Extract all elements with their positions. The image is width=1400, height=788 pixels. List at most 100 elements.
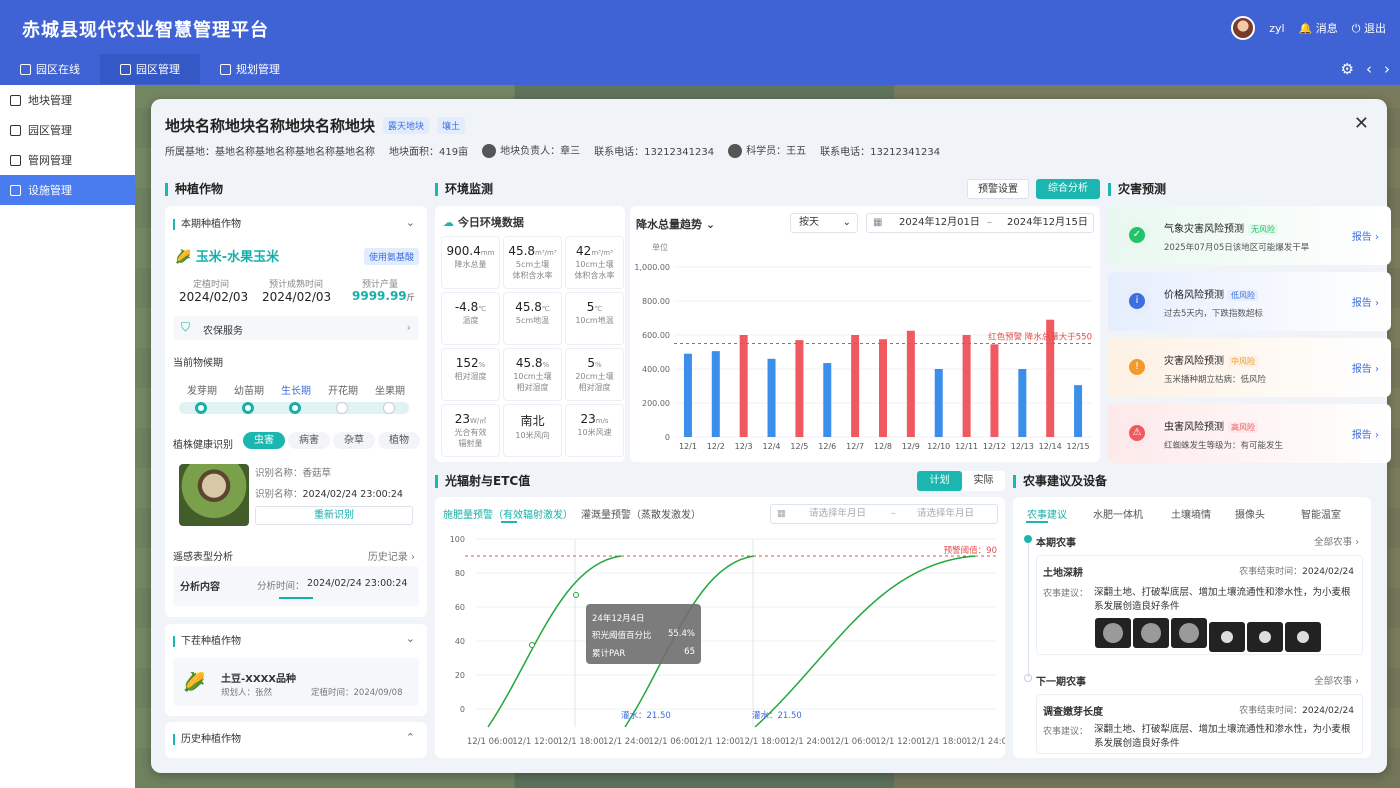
curve-point[interactable]: [573, 592, 579, 598]
play-icon[interactable]: [1247, 622, 1283, 652]
bar-12/9[interactable]: [906, 330, 915, 437]
video-thumbnail[interactable]: [1133, 618, 1169, 648]
avatar[interactable]: [1231, 16, 1256, 40]
sidebar-item-pipes[interactable]: 管网管理: [0, 145, 135, 175]
collapse-icon[interactable]: ⌄: [406, 632, 415, 645]
health-tab-2[interactable]: 杂草: [333, 432, 375, 449]
bar-12/8[interactable]: [879, 339, 887, 437]
bar-12/10[interactable]: [934, 369, 943, 437]
tab-indicator: [501, 521, 517, 523]
date-range-picker[interactable]: ▦ 2024年12月01日 – 2024年12月15日: [866, 213, 1094, 233]
farm-tab-1[interactable]: 水肥一体机: [1093, 506, 1143, 521]
gear-icon[interactable]: ⚙: [1341, 60, 1354, 78]
x-tick-label: 12/1 12:00: [694, 737, 740, 747]
collapse-icon[interactable]: ⌄: [406, 216, 415, 229]
bar-12/4[interactable]: [767, 358, 776, 437]
x-tick-label: 12/14: [1039, 442, 1062, 451]
report-link[interactable]: 报告 ›: [1352, 294, 1379, 309]
risk-card-3[interactable]: ⚠ 虫害风险预测 高风险 红蜘蛛发生等级为：有可能发生 报告 ›: [1108, 404, 1391, 463]
username[interactable]: zyl: [1269, 22, 1284, 35]
all-farm-link-2[interactable]: 全部农事 ›: [1314, 673, 1359, 687]
farm-tab-0[interactable]: 农事建议: [1027, 506, 1067, 521]
risk-card-0[interactable]: ✓ 气象灾害风险预测 无风险 2025年07月05日该地区可能爆发干旱 报告 ›: [1108, 206, 1391, 265]
irrigation-label: 灌水：21.50: [752, 710, 802, 721]
risk-card-2[interactable]: ! 灾害风险预测 中风险 玉米播种期立枯病：低风险 报告 ›: [1108, 338, 1391, 397]
plan-toggle[interactable]: 计划: [917, 471, 962, 491]
farm-tab-2[interactable]: 土壤墒情: [1171, 506, 1211, 521]
tab-irrigation[interactable]: 灌溉量预警（蒸散发激发）: [581, 506, 701, 521]
risk-card-1[interactable]: i 价格风险预测 低风险 过去5天内，下跌指数超标 报告 ›: [1108, 272, 1391, 331]
nav-park-online[interactable]: 园区在线: [0, 54, 100, 84]
history-crop-card[interactable]: 历史种植作物 ⌃: [165, 722, 427, 758]
next-farm-item[interactable]: 调查嫩芽长度 农事结束时间：2024/02/24 农事建议： 深翻土地、打破犁底…: [1036, 694, 1363, 754]
plot-info: 所属基地：基地名称基地名称基地名称基地名称 地块面积：419亩 地块负责人：章三…: [165, 144, 941, 158]
health-tab-3[interactable]: 植物: [378, 432, 420, 449]
alert-settings-button[interactable]: 预警设置: [967, 179, 1029, 199]
health-tab-0[interactable]: 虫害: [243, 432, 285, 449]
phenology-stage-4: 坐果期: [375, 386, 405, 397]
bar-12/12[interactable]: [990, 344, 999, 437]
period-select[interactable]: 按天 ⌄: [790, 213, 858, 233]
tab-fertilizer[interactable]: 施肥量预警（有效辐射激发）: [443, 506, 573, 521]
grid-icon: [10, 94, 21, 106]
network-icon: [10, 154, 21, 166]
bar-12/11[interactable]: [962, 335, 971, 437]
rain-trend-card: 降水总量趋势 ⌄ 按天 ⌄ ▦ 2024年12月01日 – 2024年12月15日…: [630, 206, 1100, 462]
bar-12/13[interactable]: [1018, 369, 1027, 437]
chevron-right-icon[interactable]: ›: [1384, 60, 1390, 78]
page-title: 地块名称地块名称地块名称地块 露天地块 壤土: [165, 115, 466, 136]
analysis-button[interactable]: 综合分析: [1036, 179, 1100, 199]
phenology-stage-3: 开花期: [328, 386, 358, 397]
all-farm-link[interactable]: 全部农事 ›: [1314, 534, 1359, 548]
env-cell: 23m/s 10米风速: [565, 404, 624, 457]
bar-12/5[interactable]: [795, 340, 804, 437]
y-tick-label: 400.00: [642, 365, 670, 374]
sidebar-item-facilities[interactable]: 设施管理: [0, 175, 135, 205]
app-title: 赤城县现代农业智慧管理平台: [22, 20, 269, 41]
expand-icon[interactable]: ⌃: [406, 731, 415, 744]
x-tick-label: 12/7: [846, 442, 864, 451]
video-thumbnail[interactable]: [1171, 618, 1207, 648]
farm-tab-3[interactable]: 摄像头: [1235, 506, 1265, 521]
farm-tab-4[interactable]: 智能温室: [1301, 506, 1341, 521]
re-identify-button[interactable]: 重新识别: [255, 506, 413, 525]
chevron-left-icon[interactable]: ‹: [1366, 60, 1372, 78]
nav-planning[interactable]: 规划管理: [200, 54, 300, 84]
service-row[interactable]: ⛉ 农保服务 ›: [173, 316, 419, 340]
user-area: zyl 🔔 消息 ⏻ 退出: [1231, 16, 1386, 40]
play-icon[interactable]: [1209, 622, 1245, 652]
radiation-card: 施肥量预警（有效辐射激发） 灌溉量预警（蒸散发激发） ▦ 请选择年月日 – 请选…: [435, 497, 1005, 758]
history-link[interactable]: 历史记录 ›: [368, 548, 415, 563]
current-farm-item[interactable]: 土地深耕 农事结束时间：2024/02/24 农事建议： 深翻土地、打破犁底层、…: [1036, 555, 1363, 655]
close-icon[interactable]: ✕: [1354, 113, 1369, 134]
sidebar-item-plots[interactable]: 地块管理: [0, 85, 135, 115]
env-label: 5cm地温: [515, 316, 550, 325]
y-tick-label: 200.00: [642, 399, 670, 408]
actual-toggle[interactable]: 实际: [962, 471, 1005, 491]
video-thumbnail[interactable]: [1095, 618, 1131, 648]
env-cell: 900.4mm 降水总量: [441, 236, 500, 289]
report-link[interactable]: 报告 ›: [1352, 228, 1379, 243]
bar-12/6[interactable]: [823, 363, 832, 437]
risk-desc: 2025年07月05日该地区可能爆发干旱: [1164, 243, 1310, 253]
env-cell: 南北 10米风向: [503, 404, 562, 457]
env-label: 10米风速: [577, 428, 612, 437]
report-link[interactable]: 报告 ›: [1352, 360, 1379, 375]
risk-desc: 红蜘蛛发生等级为：有可能发生: [1164, 441, 1284, 451]
health-tab-1[interactable]: 病害: [288, 432, 330, 449]
rain-trend-title[interactable]: 降水总量趋势 ⌄: [636, 216, 715, 232]
play-icon[interactable]: [1285, 622, 1321, 652]
logout-button[interactable]: ⏻ 退出: [1352, 20, 1386, 36]
bar-12/7[interactable]: [851, 335, 860, 437]
bar-12/1[interactable]: [683, 353, 692, 437]
report-link[interactable]: 报告 ›: [1352, 426, 1379, 441]
bar-12/3[interactable]: [739, 335, 748, 437]
bar-12/15[interactable]: [1074, 385, 1083, 437]
curve-point[interactable]: [529, 642, 535, 648]
rad-date-range[interactable]: ▦ 请选择年月日 – 请选择年月日: [770, 504, 998, 524]
nav-park-manage[interactable]: 园区管理: [100, 54, 200, 84]
threshold-label: 预警阈值：90: [944, 545, 997, 556]
sidebar-item-parks[interactable]: 园区管理: [0, 115, 135, 145]
message-button[interactable]: 🔔 消息: [1299, 20, 1338, 36]
bar-12/2[interactable]: [711, 351, 720, 437]
